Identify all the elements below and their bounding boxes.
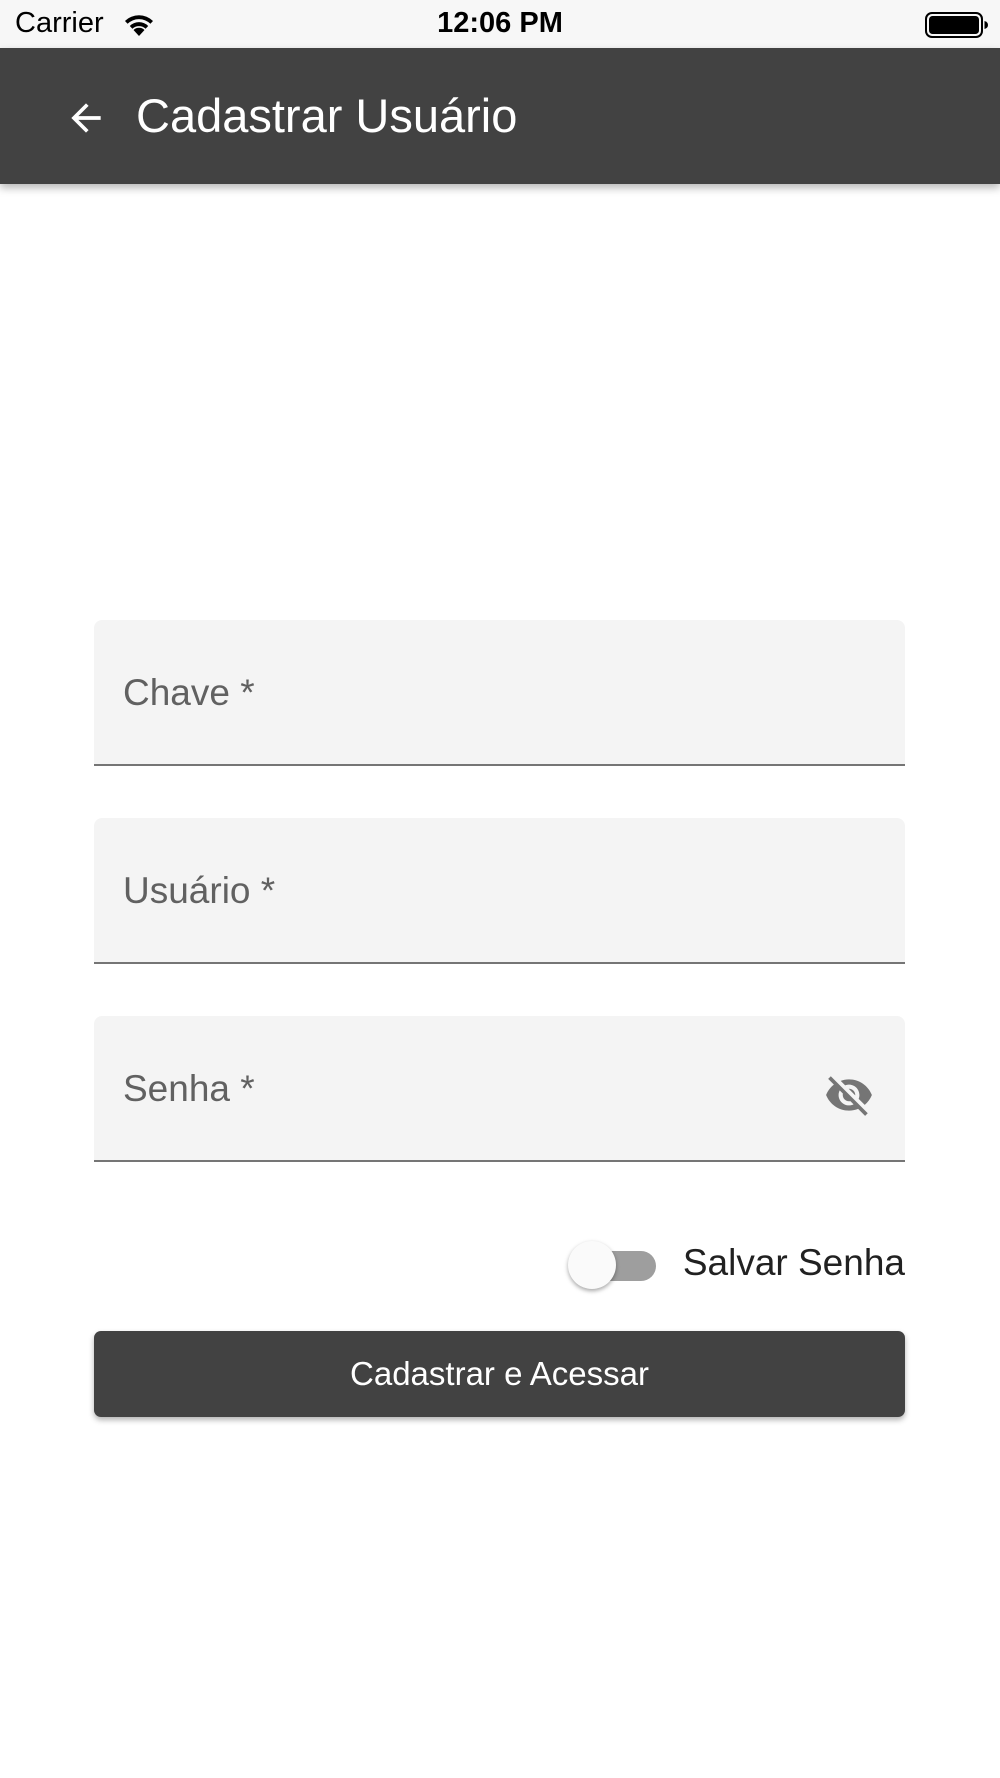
chave-field-label: Chave *: [123, 672, 255, 713]
back-button[interactable]: [56, 90, 116, 146]
chave-field[interactable]: Chave *: [94, 620, 905, 766]
save-password-switch[interactable]: [568, 1241, 660, 1289]
save-password-label: Salvar Senha: [682, 1242, 905, 1283]
usuario-field[interactable]: Usuário *: [94, 818, 905, 964]
senha-field-label: Senha *: [123, 1068, 255, 1109]
arrow-left-icon: [71, 103, 101, 133]
usuario-field-label: Usuário *: [123, 870, 276, 911]
register-and-access-button[interactable]: Cadastrar e Acessar: [94, 1331, 905, 1417]
page-title: Cadastrar Usuário: [136, 89, 518, 142]
eye-off-icon: [826, 1076, 872, 1116]
switch-thumb: [568, 1241, 616, 1289]
senha-field[interactable]: Senha *: [94, 1016, 905, 1162]
battery-icon: [925, 12, 988, 38]
register-screen: Carrier 12:06 PM Cadastrar Usuário Chave…: [0, 0, 1000, 1778]
toggle-password-visibility-button[interactable]: [821, 1070, 877, 1120]
app-bar: Cadastrar Usuário: [0, 48, 1000, 184]
save-password-row: Salvar Senha: [560, 1236, 905, 1292]
status-time: 12:06 PM: [437, 7, 563, 39]
status-bar: Carrier 12:06 PM: [0, 0, 1000, 48]
